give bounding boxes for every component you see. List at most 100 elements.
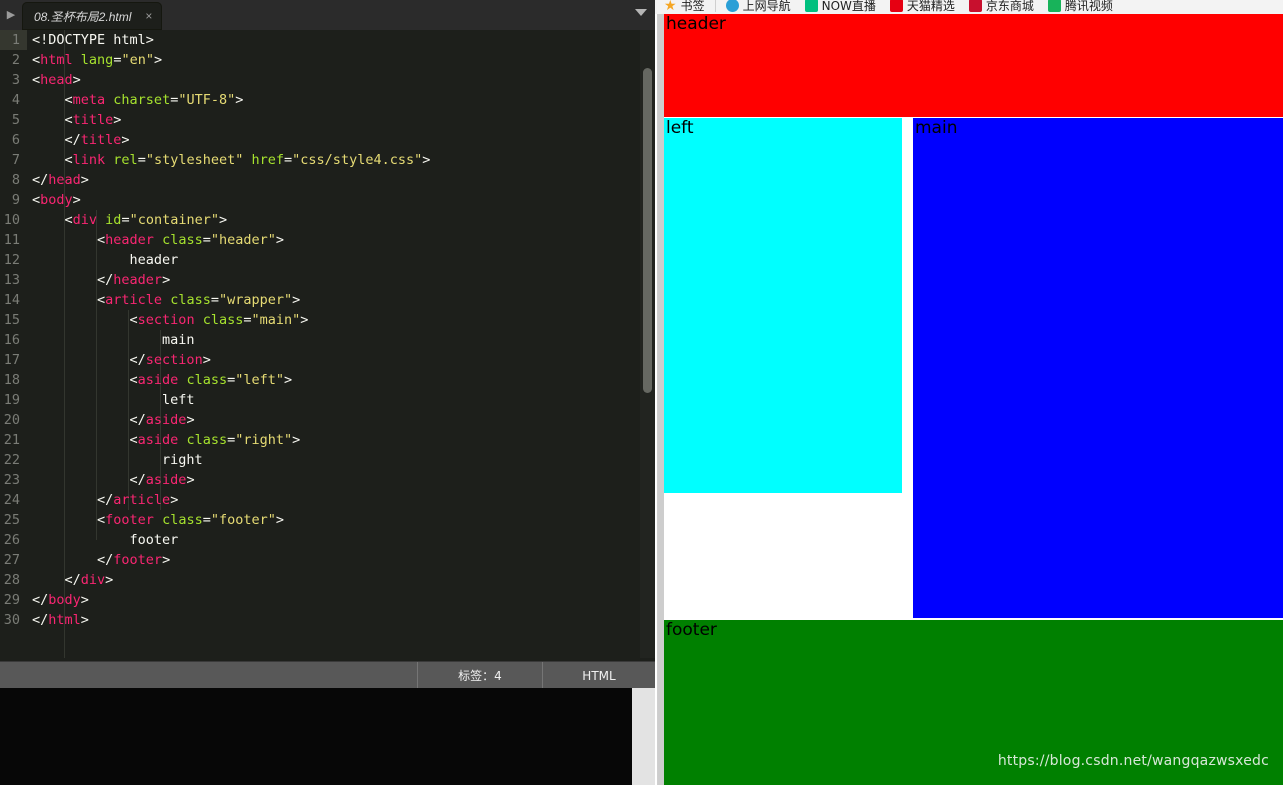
code-line: 10 <div id="container"> xyxy=(0,210,655,230)
code-token-str: "UTF-8" xyxy=(178,92,236,108)
code-token-tag: aside xyxy=(145,472,187,488)
code-token-punct: < xyxy=(32,212,73,228)
jd-icon xyxy=(968,0,982,12)
code-token-tag: head xyxy=(40,72,73,88)
code-line: 15 <section class="main"> xyxy=(0,310,655,330)
bookmark-item[interactable]: 腾讯视频 xyxy=(1041,0,1120,14)
code-token-punct: > xyxy=(162,552,171,568)
code-line-content: </article> xyxy=(32,490,178,510)
code-token-str: "left" xyxy=(235,372,285,388)
bookmark-item[interactable]: NOW直播 xyxy=(798,0,883,14)
code-token-txt: right xyxy=(32,452,203,468)
code-line: 24 </article> xyxy=(0,490,655,510)
code-line-content: </footer> xyxy=(32,550,170,570)
code-editor-area[interactable]: 1 <!DOCTYPE html> 2 <html lang="en"> 3 <head>… xyxy=(0,30,655,658)
code-token-txt: left xyxy=(32,392,195,408)
code-line: 23 </aside> xyxy=(0,470,655,490)
code-token-punct: > xyxy=(422,152,431,168)
bookmark-item[interactable]: ★ 书签 xyxy=(657,0,712,14)
line-number: 28 xyxy=(3,572,20,588)
code-token-tag: aside xyxy=(137,372,179,388)
bookmark-item[interactable]: 京东商城 xyxy=(962,0,1041,14)
line-number: 20 xyxy=(3,412,20,428)
bookmark-separator xyxy=(714,0,716,12)
code-line-content: </div> xyxy=(32,570,114,590)
line-number: 16 xyxy=(3,332,20,348)
code-token-punct: = xyxy=(227,432,236,448)
code-line-content: <footer class="footer"> xyxy=(32,510,284,530)
line-number: 26 xyxy=(3,532,20,548)
code-token-txt: footer xyxy=(32,532,179,548)
code-token-punct: > xyxy=(153,52,163,68)
code-token-punct: = xyxy=(284,152,293,168)
code-token-punct: </ xyxy=(32,472,146,488)
code-line: 5 <title> xyxy=(0,110,655,130)
code-line-content: </header> xyxy=(32,270,170,290)
code-token-punct: </ xyxy=(32,412,146,428)
code-line: 28 </div> xyxy=(0,570,655,590)
code-token-punct: </ xyxy=(32,352,146,368)
bookmark-item[interactable]: 天猫精选 xyxy=(883,0,962,14)
editor-status-bar: 标签：4 HTML xyxy=(0,661,655,688)
tab-scroll-left-icon[interactable]: ▶ xyxy=(4,8,18,22)
line-number: 25 xyxy=(3,512,20,528)
editor-vertical-scrollbar[interactable] xyxy=(640,30,655,658)
editor-tab-title: 08.圣杯布局2.html xyxy=(34,9,132,24)
code-token-punct xyxy=(154,232,162,248)
code-token-punct: < xyxy=(32,192,41,208)
code-line-content: left xyxy=(32,390,195,410)
code-token-punct: > xyxy=(186,472,195,488)
editor-tab-active[interactable]: 08.圣杯布局2.html × xyxy=(22,2,163,30)
code-token-tag: title xyxy=(72,112,114,128)
code-token-punct: > xyxy=(72,192,81,208)
line-number: 19 xyxy=(3,392,20,408)
page-block-main-label: main xyxy=(915,118,958,138)
code-line: 13 </header> xyxy=(0,270,655,290)
line-number: 18 xyxy=(3,372,20,388)
code-token-punct: < xyxy=(32,512,106,528)
code-line-content: </section> xyxy=(32,350,211,370)
browser-viewport: header left main footer https://blog.csd… xyxy=(655,14,1283,785)
line-number: 7 xyxy=(11,152,20,168)
code-line: 25 <footer class="footer"> xyxy=(0,510,655,530)
code-token-punct xyxy=(243,152,251,168)
page-block-left: left xyxy=(664,118,902,493)
code-line: 26 footer xyxy=(0,530,655,550)
code-line-content: <!DOCTYPE html> xyxy=(32,30,154,50)
code-token-attr: class xyxy=(202,312,244,328)
code-token-punct: = xyxy=(121,212,130,228)
code-token-punct: > xyxy=(80,612,89,628)
code-line: 27 </footer> xyxy=(0,550,655,570)
bookmark-item[interactable]: 上网导航 xyxy=(719,0,798,14)
code-line-content: <section class="main"> xyxy=(32,310,309,330)
bookmark-label: 京东商城 xyxy=(985,0,1034,13)
line-number: 9 xyxy=(11,192,20,208)
screen-root: ▶ 08.圣杯布局2.html × 1 <!DOCTYPE html> 2 <html… xyxy=(0,0,1283,785)
line-number: 29 xyxy=(3,592,20,608)
now-live-icon xyxy=(804,0,818,12)
code-token-str: "stylesheet" xyxy=(145,152,244,168)
code-token-punct: = xyxy=(227,372,236,388)
code-token-tag: footer xyxy=(105,512,154,528)
code-line: 20 </aside> xyxy=(0,410,655,430)
code-line-content: </aside> xyxy=(32,410,195,430)
code-token-str: "header" xyxy=(210,232,276,248)
code-line-content: <title> xyxy=(32,110,122,130)
code-token-punct: > xyxy=(72,72,81,88)
page-watermark: https://blog.csdn.net/wangqazwsxedc xyxy=(997,752,1269,769)
chevron-down-icon[interactable] xyxy=(635,9,647,16)
code-token-str: "right" xyxy=(235,432,293,448)
code-token-punct: > xyxy=(121,132,130,148)
close-icon[interactable]: × xyxy=(145,10,152,22)
code-line-content: </aside> xyxy=(32,470,195,490)
star-icon: ★ xyxy=(664,0,677,13)
line-number: 6 xyxy=(11,132,20,148)
code-token-tag: aside xyxy=(145,412,187,428)
code-line: 12 header xyxy=(0,250,655,270)
editor-scrollbar-thumb[interactable] xyxy=(643,68,652,393)
code-token-punct: </ xyxy=(32,592,49,608)
line-number: 12 xyxy=(3,252,20,268)
code-line: 30 </html> xyxy=(0,610,655,630)
code-line: 6 </title> xyxy=(0,130,655,150)
status-language[interactable]: HTML xyxy=(542,662,655,688)
